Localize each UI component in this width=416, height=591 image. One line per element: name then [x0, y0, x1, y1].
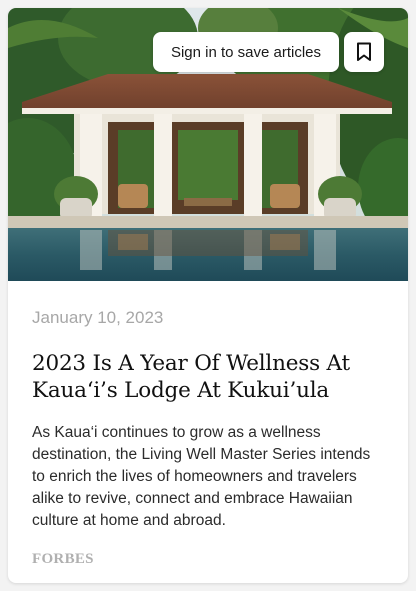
- bookmark-button[interactable]: [344, 32, 384, 72]
- article-excerpt: As Kaua‘i continues to grow as a wellnes…: [32, 424, 371, 529]
- article-source: FORBES: [32, 551, 94, 567]
- sign-in-label: Sign in to save articles: [170, 43, 322, 61]
- bookmark-icon: [357, 42, 371, 61]
- article-body: January 10, 2023 2023 Is A Year Of Welln…: [8, 281, 408, 568]
- article-date: January 10, 2023: [32, 308, 164, 327]
- article-hero-image[interactable]: Sign in to save articles: [8, 8, 408, 281]
- article-card[interactable]: Sign in to save articles January 10, 202…: [8, 8, 408, 583]
- sign-in-to-save-button[interactable]: Sign in to save articles: [153, 32, 339, 72]
- article-headline[interactable]: 2023 Is A Year Of Wellness At Kaua‘i’s L…: [32, 350, 384, 404]
